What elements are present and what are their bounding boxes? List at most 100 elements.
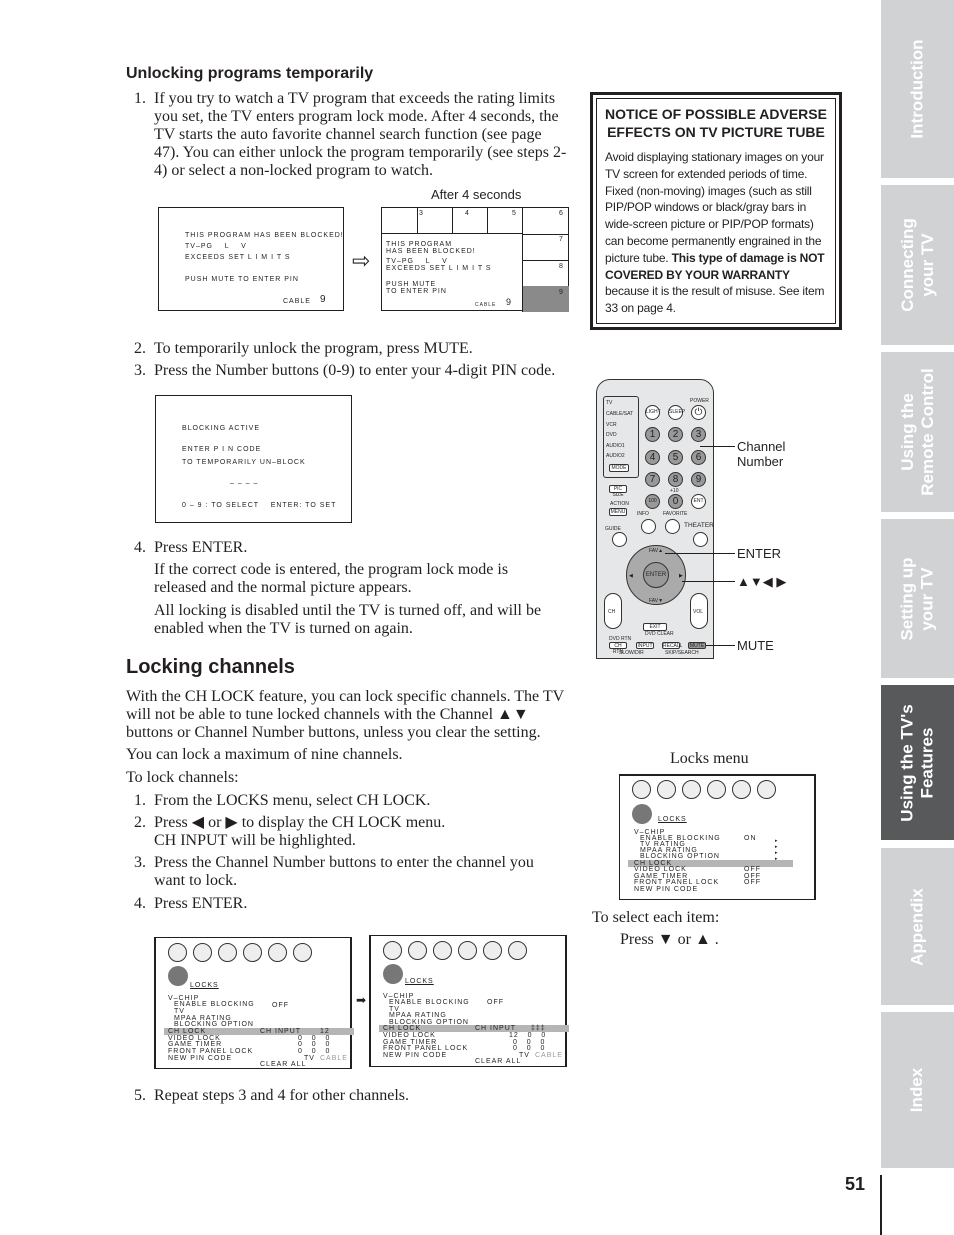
num-2-button[interactable]: 2 (668, 427, 683, 442)
recall-button[interactable]: RECALL (662, 642, 682, 649)
tab-label: Introduction (907, 39, 927, 139)
favorite-button[interactable] (665, 519, 680, 534)
input-button[interactable]: INPUT (636, 642, 654, 649)
setup-menu-icon[interactable] (433, 941, 452, 960)
step-text: If the correct code is entered, the prog… (154, 561, 509, 596)
ch-label: CH (608, 609, 616, 615)
preferences-menu-icon[interactable] (483, 941, 502, 960)
clear-all-button[interactable]: CLEAR ALL (260, 1061, 306, 1069)
num-6-button[interactable]: 6 (691, 450, 706, 465)
notice-text: because it is the result of misuse. See … (605, 284, 825, 316)
menu-item-new-pin-code[interactable]: NEW PIN CODE (168, 1055, 232, 1063)
hundred-button[interactable]: 100 (645, 494, 660, 509)
preferences-menu-icon[interactable] (268, 943, 287, 962)
enter-button[interactable]: ENTER (643, 562, 669, 588)
num-0-button[interactable]: 0 (668, 494, 683, 509)
mode-button[interactable]: MODE (609, 464, 629, 472)
paragraph: You can lock a maximum of nine channels. (126, 746, 403, 763)
power-button[interactable]: ⏻ (691, 405, 706, 420)
locks-menu-icon[interactable] (757, 780, 776, 799)
locks-menu-icon[interactable] (508, 941, 527, 960)
applications-menu-icon[interactable] (243, 943, 262, 962)
setup-menu-icon[interactable] (218, 943, 237, 962)
audio-menu-icon[interactable] (193, 943, 212, 962)
num-8-button[interactable]: 8 (668, 472, 683, 487)
num-3-button[interactable]: 3 (691, 427, 706, 442)
preferences-menu-icon[interactable] (732, 780, 751, 799)
menu-value: OFF (487, 999, 504, 1006)
lock-icon (632, 804, 652, 824)
audio-menu-icon[interactable] (657, 780, 676, 799)
pic-size-button[interactable]: PIC SIZE (609, 485, 627, 498)
picture-menu-icon[interactable] (383, 941, 402, 960)
tab-features[interactable]: Using the TV's Features (881, 685, 954, 840)
num-7-button[interactable]: 7 (645, 472, 660, 487)
applications-menu-icon[interactable] (458, 941, 477, 960)
thumb-number: 3 (419, 210, 424, 217)
paragraph: With the CH LOCK feature, you can lock s… (126, 688, 564, 741)
step-number: 5. (134, 1087, 146, 1104)
left-arrow-icon[interactable]: ◀ (629, 573, 633, 579)
tab-appendix[interactable]: Appendix (881, 848, 954, 1005)
step-text: To temporarily unlock the program, press… (154, 340, 473, 357)
ch-input-field[interactable]: CH INPUT (260, 1028, 301, 1036)
theater-button[interactable] (693, 532, 708, 547)
menu-item-new-pin-code[interactable]: NEW PIN CODE (634, 886, 698, 894)
ch-rtn-button[interactable]: CH RTN (609, 642, 627, 655)
sleep-button[interactable]: SLEEP (668, 405, 685, 420)
step-number: 1. (134, 792, 146, 809)
ent-button[interactable]: ENT (691, 494, 706, 509)
info-button[interactable] (641, 519, 656, 534)
divider (417, 208, 418, 234)
mute-button[interactable]: MUTE (688, 642, 706, 649)
locks-menu-label: Locks menu (670, 750, 749, 767)
lock-icon (383, 964, 403, 984)
num-9-button[interactable]: 9 (691, 472, 706, 487)
divider (523, 260, 569, 261)
num-1-button[interactable]: 1 (645, 427, 660, 442)
menu-item-new-pin-code[interactable]: NEW PIN CODE (383, 1052, 447, 1060)
cable-option[interactable]: CABLE (535, 1052, 563, 1060)
callout-mute: MUTE (737, 638, 774, 653)
screen-text: EXCEEDS SET L I M I T S (386, 265, 492, 272)
tab-introduction[interactable]: Introduction (881, 0, 954, 178)
pin-entry-screen: BLOCKING ACTIVE ENTER P I N CODE TO TEMP… (155, 395, 352, 523)
tab-remote-control[interactable]: Using the Remote Control (881, 352, 954, 512)
clear-all-button[interactable]: CLEAR ALL (475, 1058, 521, 1066)
step-number: 2. (134, 814, 146, 831)
guide-button[interactable] (612, 532, 627, 547)
cable-option[interactable]: CABLE (320, 1055, 348, 1063)
tab-setting-up[interactable]: Setting up your TV (881, 519, 954, 678)
lock-icon (168, 966, 188, 986)
fav-down-button[interactable]: FAV▼ (649, 598, 663, 604)
right-arrow-icon[interactable]: ▶ (679, 573, 683, 579)
num-5-button[interactable]: 5 (668, 450, 683, 465)
menu-button[interactable]: MENU (609, 508, 627, 516)
exit-button[interactable]: EXIT (643, 623, 667, 631)
thumb-number: 6 (559, 210, 564, 217)
page-number: 51 (845, 1174, 866, 1194)
tab-connecting[interactable]: Connecting your TV (881, 185, 954, 345)
locks-menu-icon[interactable] (293, 943, 312, 962)
fav-up-button[interactable]: FAV▲ (649, 548, 663, 554)
setup-menu-icon[interactable] (682, 780, 701, 799)
step-text: Press ENTER. (154, 539, 248, 556)
screen-text: ENTER P I N CODE (182, 446, 262, 453)
audio-menu-icon[interactable] (408, 941, 427, 960)
menu-item-enable-blocking[interactable]: ENABLE BLOCKING (389, 999, 470, 1007)
callout-arrows: ▲▼◀ ▶ (737, 574, 787, 589)
menu-item-enable-blocking[interactable]: ENABLE BLOCKING (174, 1001, 255, 1009)
mode-cable: CABLE/SAT (606, 411, 634, 417)
step-number: 1. (134, 90, 146, 107)
thumb-number: 8 (559, 263, 564, 270)
picture-menu-icon[interactable] (632, 780, 651, 799)
select-label: To select each item: (592, 909, 720, 926)
menu-title: LOCKS (190, 982, 219, 989)
tab-index[interactable]: Index (881, 1012, 954, 1168)
applications-menu-icon[interactable] (707, 780, 726, 799)
menu-title: LOCKS (658, 816, 687, 823)
step-text: From the LOCKS menu, select CH LOCK. (154, 792, 431, 809)
num-4-button[interactable]: 4 (645, 450, 660, 465)
light-button[interactable]: LIGHT (645, 405, 661, 420)
picture-menu-icon[interactable] (168, 943, 187, 962)
